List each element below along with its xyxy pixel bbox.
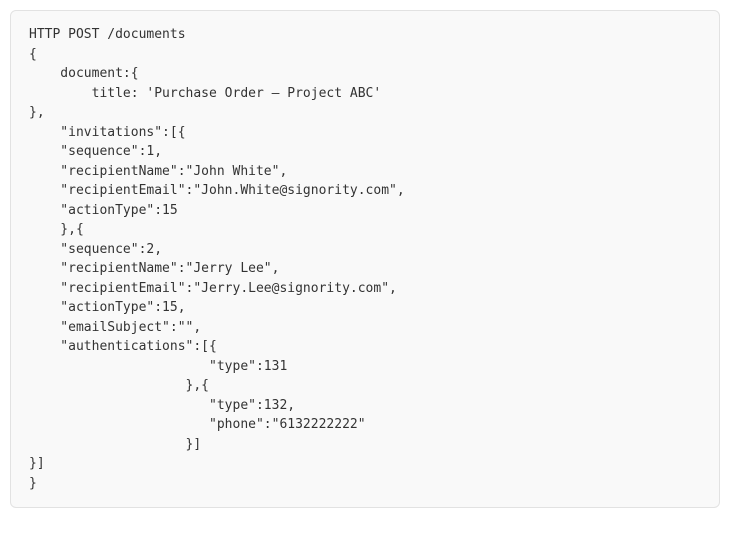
code-line: "actionType":15, (29, 298, 701, 318)
code-block: HTTP POST /documents{ document:{ title: … (10, 10, 720, 508)
code-line: },{ (29, 376, 701, 396)
code-line: "authentications":[{ (29, 337, 701, 357)
code-line: "actionType":15 (29, 201, 701, 221)
code-line: "sequence":1, (29, 142, 701, 162)
code-line: }] (29, 435, 701, 455)
code-line: } (29, 474, 701, 494)
code-line: { (29, 45, 701, 65)
code-line: "type":131 (29, 357, 701, 377)
code-line: "recipientEmail":"Jerry.Lee@signority.co… (29, 279, 701, 299)
code-line: "recipientName":"John White", (29, 162, 701, 182)
code-line: "phone":"6132222222" (29, 415, 701, 435)
code-line: "invitations":[{ (29, 123, 701, 143)
code-line: "type":132, (29, 396, 701, 416)
code-line: },{ (29, 220, 701, 240)
code-line: document:{ (29, 64, 701, 84)
code-line: title: 'Purchase Order – Project ABC' (29, 84, 701, 104)
code-line: }] (29, 454, 701, 474)
code-line: "recipientEmail":"John.White@signority.c… (29, 181, 701, 201)
code-line: HTTP POST /documents (29, 25, 701, 45)
code-line: "emailSubject":"", (29, 318, 701, 338)
code-line: "sequence":2, (29, 240, 701, 260)
code-line: }, (29, 103, 701, 123)
code-line: "recipientName":"Jerry Lee", (29, 259, 701, 279)
